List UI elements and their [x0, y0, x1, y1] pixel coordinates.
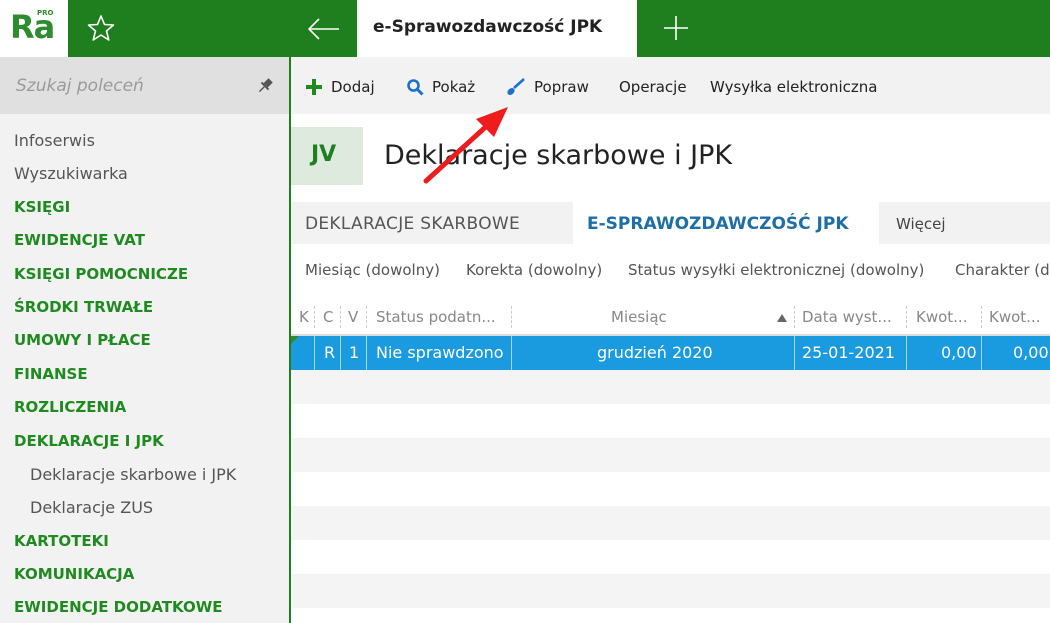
sidebar-navigation: Infoserwis Wyszukiwarka KSIĘGI EWIDENCJE VA…: [0, 124, 289, 623]
col-month[interactable]: Miesiąc: [611, 308, 667, 326]
sidebar-item-deklaracje-skarbowe-i-jpk[interactable]: Deklaracje skarbowe i JPK: [0, 458, 289, 491]
sidebar-item-wyszukiwarka[interactable]: Wyszukiwarka: [0, 157, 289, 190]
row-marker: [291, 336, 299, 344]
tab-e-sprawozdawczosc-jpk[interactable]: e-Sprawozdawczość JPK: [357, 0, 637, 57]
tab-deklaracje-skarbowe[interactable]: DEKLARACJE SKARBOWE: [305, 202, 520, 244]
col-divider: [340, 306, 341, 328]
col-amount-2[interactable]: Kwot...: [989, 308, 1040, 326]
cell-amount-2: 0,00: [1013, 343, 1049, 362]
back-button[interactable]: [306, 14, 342, 44]
plus-icon: [306, 79, 322, 95]
edit-button[interactable]: Popraw: [506, 76, 589, 98]
sidebar: InfoserwisWyszukiwarkaKSIĘGIEWIDENCJE VA…: [0, 57, 289, 623]
empty-row: [291, 472, 1050, 506]
table-row[interactable]: R 1 Nie sprawdzono grudzień 2020 25-01-2…: [291, 336, 1050, 370]
sidebar-item-infoserwis[interactable]: Infoserwis: [0, 124, 289, 157]
col-divider: [981, 306, 982, 328]
cell-divider: [906, 336, 907, 370]
logo-badge: PRO: [37, 9, 54, 17]
col-divider: [511, 306, 512, 328]
electronic-send-menu[interactable]: Wysyłka elektroniczna: [710, 76, 877, 98]
sidebar-item-kartoteki[interactable]: KARTOTEKI: [0, 525, 289, 558]
tab-more[interactable]: Więcej: [896, 202, 946, 244]
col-amount-1[interactable]: Kwot...: [916, 308, 967, 326]
show-button[interactable]: Pokaż: [406, 76, 475, 98]
empty-row: [291, 506, 1050, 540]
top-bar: Ra PRO e-Sprawozdawczość JPK: [0, 0, 1050, 57]
plus-icon: [664, 16, 688, 40]
pin-icon[interactable]: [256, 77, 274, 95]
sidebar-item-rozliczenia[interactable]: ROZLICZENIA: [0, 391, 289, 424]
operations-menu[interactable]: Operacje: [619, 76, 687, 98]
sidebar-item-deklaracje-zus[interactable]: Deklaracje ZUS: [0, 491, 289, 524]
cell-amount-1: 0,00: [941, 343, 977, 362]
cell-divider: [340, 336, 341, 370]
sidebar-item-deklaracje-i-jpk[interactable]: DEKLARACJE I JPK: [0, 425, 289, 458]
sidebar-item-ksiegi[interactable]: KSIĘGI: [0, 191, 289, 224]
col-v[interactable]: V: [348, 308, 358, 326]
empty-row: [291, 540, 1050, 574]
electronic-send-label: Wysyłka elektroniczna: [710, 78, 878, 96]
sidebar-item-ksiegi-pomocnicze[interactable]: KSIĘGI POMOCNICZE: [0, 258, 289, 291]
empty-row: [291, 574, 1050, 608]
app-logo[interactable]: Ra PRO: [0, 0, 68, 57]
col-divider: [314, 306, 315, 328]
col-divider: [906, 306, 907, 328]
empty-row: [291, 370, 1050, 404]
command-search-input[interactable]: [16, 73, 241, 99]
cell-divider: [794, 336, 795, 370]
col-divider: [366, 306, 367, 328]
cell-divider: [981, 336, 982, 370]
filter-character[interactable]: Charakter (d: [955, 261, 1050, 279]
filter-month[interactable]: Miesiąc (dowolny): [305, 261, 440, 279]
page-badge: JV: [291, 127, 363, 185]
edit-button-label: Popraw: [534, 78, 589, 96]
grid-header: K C V Status podatn... Miesiąc Data wyst…: [291, 298, 1050, 336]
col-k[interactable]: K: [299, 308, 309, 326]
empty-row: [291, 404, 1050, 438]
page-title: Deklaracje skarbowe i JPK: [384, 140, 733, 171]
filter-correction[interactable]: Korekta (dowolny): [466, 261, 602, 279]
sidebar-item-komunikacja[interactable]: KOMUNIKACJA: [0, 558, 289, 591]
add-button[interactable]: Dodaj: [305, 76, 375, 98]
col-divider: [794, 306, 795, 328]
sidebar-item-srodki-trwale[interactable]: ŚRODKI TRWAŁE: [0, 291, 289, 324]
arrow-left-icon: [307, 18, 339, 40]
cell-divider: [366, 336, 367, 370]
toolbar: Dodaj Pokaż Popraw Operacje Wysyłka elek…: [291, 57, 1050, 114]
sort-ascending-icon: [777, 314, 787, 322]
cell-divider: [511, 336, 512, 370]
col-c[interactable]: C: [323, 308, 333, 326]
filter-send-status[interactable]: Status wysyłki elektronicznej (dowolny): [628, 261, 924, 279]
filter-bar: Miesiąc (dowolny) Korekta (dowolny) Stat…: [291, 252, 1050, 290]
cell-divider: [314, 336, 315, 370]
cell-v: 1: [349, 343, 360, 362]
operations-label: Operacje: [619, 78, 687, 96]
col-date[interactable]: Data wyst...: [802, 308, 892, 326]
new-tab-button[interactable]: [660, 12, 692, 44]
subtabs: DEKLARACJE SKARBOWE E-SPRAWOZDAWCZOŚĆ JP…: [291, 202, 1050, 245]
empty-row: [291, 438, 1050, 472]
sidebar-item-umowy-i-place[interactable]: UMOWY I PŁACE: [0, 324, 289, 357]
favorites-button[interactable]: [86, 13, 116, 43]
brush-icon: [507, 78, 525, 95]
page-badge-text: JV: [311, 142, 337, 167]
tab-e-sprawozdawczosc[interactable]: E-SPRAWOZDAWCZOŚĆ JPK: [573, 202, 879, 245]
sidebar-item-ewidencje-dodatkowe[interactable]: EWIDENCJE DODATKOWE: [0, 591, 289, 623]
cell-date: 25-01-2021: [802, 343, 895, 362]
show-button-label: Pokaż: [432, 78, 476, 96]
search-icon: [407, 79, 424, 96]
cell-status: Nie sprawdzono: [376, 343, 504, 362]
star-icon: [87, 15, 115, 41]
tab-label: e-Sprawozdawczość JPK: [373, 17, 603, 37]
sidebar-item-finanse[interactable]: FINANSE: [0, 358, 289, 391]
command-search: [0, 57, 289, 114]
add-button-label: Dodaj: [331, 78, 375, 96]
sidebar-item-ewidencje-vat[interactable]: EWIDENCJE VAT: [0, 224, 289, 257]
cell-c: R: [324, 343, 336, 362]
cell-month: grudzień 2020: [597, 343, 713, 362]
col-status[interactable]: Status podatn...: [376, 308, 496, 326]
